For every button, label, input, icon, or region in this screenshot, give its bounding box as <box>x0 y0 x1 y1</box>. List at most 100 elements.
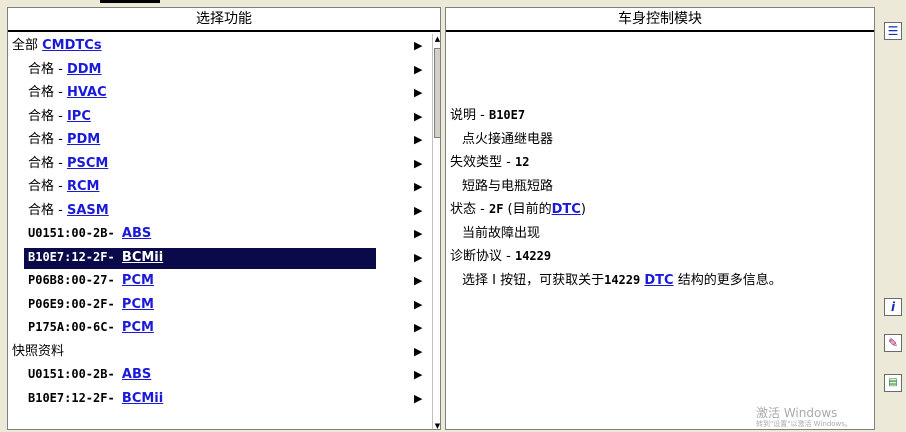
module-link[interactable]: ABS <box>122 367 151 382</box>
list-item-label: U0151:00-2B- ABS <box>28 363 151 387</box>
list-item-prefix: 合格 - <box>28 202 67 218</box>
expand-arrow-icon[interactable]: ▶ <box>414 363 422 387</box>
list-item-prefix: 全部 <box>12 38 43 53</box>
detail-line: 选择 I 按钮，可获取关于14229 DTC 结构的更多信息。 <box>450 269 870 293</box>
module-link[interactable]: PCM <box>122 273 154 288</box>
module-link[interactable]: PCM <box>122 320 154 335</box>
list-item[interactable]: B10E7:12-2F- BCMii ▶ <box>8 387 432 411</box>
dtc-detail: 说明 - B10E7 点火接通继电器失效类型 - 12 短路与电瓶短路状态 - 2F… <box>450 104 870 292</box>
expand-arrow-icon[interactable]: ▶ <box>414 316 422 340</box>
module-link[interactable]: IPC <box>67 109 91 124</box>
list-item-label: 合格 - PSCM <box>28 152 108 176</box>
module-link[interactable]: HVAC <box>67 85 107 100</box>
module-link[interactable]: BCMii <box>122 391 163 406</box>
expand-arrow-icon[interactable]: ▶ <box>414 340 422 364</box>
body-control-module-panel: 车身控制模块 说明 - B10E7 点火接通继电器失效类型 - 12 短路与电瓶短路… <box>445 7 875 430</box>
detail-line: 当前故障出现 <box>450 222 870 246</box>
list-item[interactable]: 合格 - PSCM ▶ <box>8 152 432 176</box>
list-item-prefix: 合格 - <box>28 108 67 124</box>
list-item-label: 合格 - HVAC <box>28 81 107 105</box>
module-link[interactable]: DDM <box>67 62 102 77</box>
expand-arrow-icon[interactable]: ▶ <box>414 293 422 317</box>
module-link[interactable]: PCM <box>122 297 154 312</box>
list-item[interactable]: U0151:00-2B- ABS ▶ <box>8 222 432 246</box>
right-panel-title: 车身控制模块 <box>446 8 874 32</box>
list-item-label: 快照资料 <box>12 340 64 364</box>
watermark-line1: 激活 Windows <box>756 406 838 420</box>
detail-text: 结构的更多信息。 <box>673 272 782 288</box>
scroll-down-icon[interactable]: ▼ <box>433 421 440 429</box>
list-item[interactable]: 合格 - IPC ▶ <box>8 105 432 129</box>
list-item-prefix: 合格 - <box>28 179 67 194</box>
watermark-line2: 转到"设置"以激活 Windows。 <box>756 420 852 428</box>
document-icon[interactable]: ▤ <box>884 374 902 392</box>
list-item-label: 合格 - SASM <box>28 199 109 223</box>
list-item[interactable]: 合格 - DDM ▶ <box>8 58 432 82</box>
function-select-panel: 选择功能 全部 CMDTCs ▶ 合格 - DDM ▶ 合格 - HVAC ▶ 合格 - I… <box>7 7 441 430</box>
list-icon[interactable]: ☰ <box>884 22 902 40</box>
list-item[interactable]: P06B8:00-27- PCM ▶ <box>8 269 432 293</box>
module-link[interactable]: RCM <box>67 179 100 194</box>
expand-arrow-icon[interactable]: ▶ <box>414 105 422 129</box>
scroll-up-icon[interactable]: ▲ <box>433 34 440 44</box>
list-item-prefix: 合格 - <box>28 85 67 100</box>
list-item[interactable]: 合格 - RCM ▶ <box>8 175 432 199</box>
vertical-scrollbar[interactable]: ▲ ▼ <box>432 34 440 429</box>
detail-line: 点火接通继电器 <box>450 128 870 152</box>
list-item-label: P175A:00-6C- PCM <box>28 316 154 340</box>
info-icon[interactable]: i <box>884 298 902 316</box>
top-strip <box>0 0 906 6</box>
module-link[interactable]: PSCM <box>67 156 108 171</box>
expand-arrow-icon[interactable]: ▶ <box>414 34 422 58</box>
right-toolbar: ☰ i ✎ ▤ <box>878 0 906 432</box>
detail-text: 状态 - <box>450 202 489 217</box>
expand-arrow-icon[interactable]: ▶ <box>414 199 422 223</box>
module-link[interactable]: PDM <box>67 132 100 147</box>
left-panel-title: 选择功能 <box>8 8 440 32</box>
list-item[interactable]: 全部 CMDTCs ▶ <box>8 34 432 58</box>
expand-arrow-icon[interactable]: ▶ <box>414 246 422 270</box>
expand-arrow-icon[interactable]: ▶ <box>414 175 422 199</box>
list-item-selected[interactable]: B10E7:12-2F- BCMii ▶ <box>8 246 432 270</box>
expand-arrow-icon[interactable]: ▶ <box>414 222 422 246</box>
detail-value: 2F <box>488 202 504 216</box>
list-item-label: P06B8:00-27- PCM <box>28 269 154 293</box>
module-link[interactable]: SASM <box>67 203 109 218</box>
dtc-link[interactable]: DTC <box>644 273 673 288</box>
detail-text: 说明 - <box>450 108 489 123</box>
list-item[interactable]: P06E9:00-2F- PCM ▶ <box>8 293 432 317</box>
list-item[interactable]: 合格 - PDM ▶ <box>8 128 432 152</box>
detail-text: (目前的 <box>503 202 552 217</box>
list-item-label: 全部 CMDTCs <box>12 34 102 58</box>
expand-arrow-icon[interactable]: ▶ <box>414 152 422 176</box>
dtc-code: P175A:00-6C- <box>28 320 122 334</box>
detail-value: B10E7 <box>488 108 526 122</box>
module-link[interactable]: CMDTCs <box>42 38 101 53</box>
list-item[interactable]: 快照资料 ▶ <box>8 340 432 364</box>
detail-line: 短路与电瓶短路 <box>450 175 870 199</box>
scroll-thumb[interactable] <box>434 48 440 138</box>
list-item-label: 合格 - RCM <box>28 175 99 199</box>
list-item[interactable]: P175A:00-6C- PCM ▶ <box>8 316 432 340</box>
dtc-code: P06B8:00-27- <box>28 273 122 287</box>
detail-text: ) <box>580 202 586 217</box>
expand-arrow-icon[interactable]: ▶ <box>414 387 422 411</box>
dtc-link[interactable]: DTC <box>552 202 581 217</box>
expand-arrow-icon[interactable]: ▶ <box>414 58 422 82</box>
list-item[interactable]: 合格 - SASM ▶ <box>8 199 432 223</box>
module-link[interactable]: ABS <box>122 226 151 241</box>
detail-text: 选择 I 按钮，可获取关于 <box>462 272 605 288</box>
detail-line: 失效类型 - 12 <box>450 151 870 175</box>
list-item[interactable]: 合格 - HVAC ▶ <box>8 81 432 105</box>
dtc-code: B10E7:12-2F- <box>28 249 122 264</box>
expand-arrow-icon[interactable]: ▶ <box>414 269 422 293</box>
detail-text: 失效类型 - <box>450 155 515 170</box>
expand-arrow-icon[interactable]: ▶ <box>414 81 422 105</box>
module-link[interactable]: BCMii <box>122 250 163 265</box>
list-item-label: 合格 - PDM <box>28 128 100 152</box>
list-item[interactable]: U0151:00-2B- ABS ▶ <box>8 363 432 387</box>
detail-text: 当前故障出现 <box>462 225 541 241</box>
expand-arrow-icon[interactable]: ▶ <box>414 128 422 152</box>
detail-text: 点火接通继电器 <box>462 131 554 147</box>
edit-note-icon[interactable]: ✎ <box>884 334 902 352</box>
